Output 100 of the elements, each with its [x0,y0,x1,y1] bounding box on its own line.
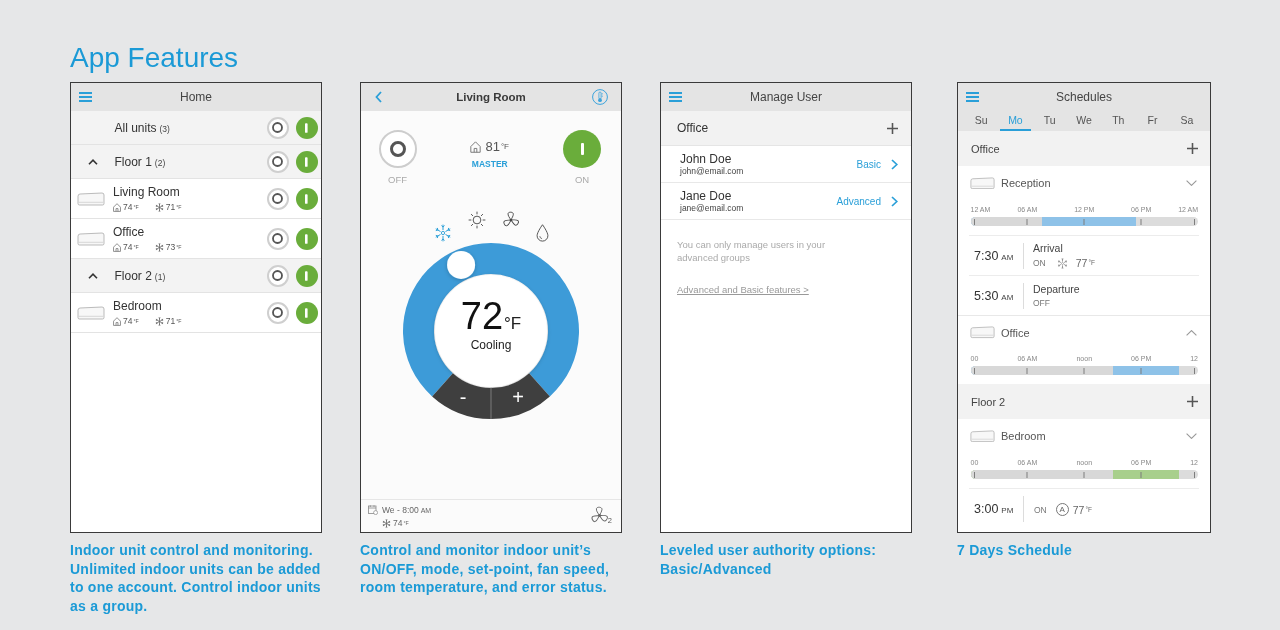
group-name: Office [677,121,709,135]
group-row[interactable]: Floor 1 (2) [71,145,321,179]
snowflake-icon [154,242,164,252]
snowflake-icon [154,316,164,326]
fan-icon[interactable] [501,210,520,229]
bar-icon [305,270,308,281]
bar-icon [305,122,308,133]
off-button[interactable] [266,264,289,287]
unit-count: (2) [154,157,166,168]
schedule-temperature: 74$^{°F}$ [393,518,409,528]
entry-time: 7:30 [974,248,999,263]
meridiem: AM [1001,252,1014,262]
decrease-button[interactable]: - [432,373,491,419]
day-tab[interactable]: We [1068,111,1100,131]
plus-icon[interactable] [1186,396,1198,407]
chevron-down-icon[interactable] [1186,433,1197,439]
day-tab[interactable]: Fr [1137,111,1168,131]
entry-name: Arrival [1033,242,1063,255]
snowflake-icon[interactable] [433,223,452,242]
setpoint-temperature: 73$^{°F}$ [165,241,182,253]
unit-count: (1) [154,271,166,282]
group-name: Floor 2 [971,395,1006,408]
on-button[interactable] [563,130,601,168]
user-email: john@email.com [680,166,744,176]
on-button[interactable] [295,227,318,250]
menu-icon[interactable] [966,92,979,102]
screen-title: Manage User [749,90,822,104]
off-button[interactable] [378,130,417,168]
caption: Leveled user authority options: Basic/Advanced [660,541,878,578]
power-state: ON [1034,504,1047,515]
ring-icon [272,122,283,133]
entry-name: Departure [1033,283,1080,296]
bar-icon [305,156,308,167]
house-icon [113,202,121,212]
room-temperature: 74$^{°F}$ [123,315,139,327]
menu-icon[interactable] [79,92,92,102]
ring-icon [272,307,283,318]
unit-row[interactable]: Office [958,315,1210,349]
chevron-down-icon[interactable] [1186,180,1197,186]
on-button[interactable] [295,116,318,139]
group-row[interactable]: Floor 2 (1) [71,259,321,293]
increase-button[interactable]: + [491,373,550,419]
air-conditioner-icon [77,305,105,320]
caret-icon[interactable] [87,158,98,165]
bar-icon [305,307,308,318]
unit-row[interactable]: Reception [958,166,1210,200]
day-tab[interactable]: Th [1103,111,1134,131]
unit-name: Living Room [113,184,180,200]
off-button[interactable] [266,187,289,210]
on-button[interactable] [295,150,318,173]
drop-icon[interactable] [535,223,549,242]
ring-icon [389,141,406,157]
back-icon[interactable] [375,91,382,103]
off-button[interactable] [266,301,289,324]
ring-icon [272,156,283,167]
room-temperature: 74$^{°F}$ [123,241,139,253]
off-button[interactable] [266,150,289,173]
plus-icon[interactable] [1186,143,1198,154]
master-label: MASTER [471,159,508,169]
power-state: OFF [1033,298,1050,308]
unit-count: (3) [159,123,170,134]
all-units-row[interactable]: All units (3) [71,111,321,145]
on-button[interactable] [295,187,318,210]
setpoint-temperature: 71$^{°F}$ [165,201,182,213]
user-row[interactable]: Jane Doe jane@email.com Advanced [661,183,911,220]
menu-icon[interactable] [669,92,682,102]
dial-thumb[interactable] [447,250,476,279]
day-tab[interactable]: Sa [1171,111,1202,131]
page-title: App Features [70,42,239,74]
ring-icon [272,233,283,244]
on-button[interactable] [295,264,318,287]
day-tab[interactable]: Tu [1034,111,1065,131]
caret-icon[interactable] [87,272,98,279]
off-button[interactable] [266,116,289,139]
unit-name: Office [1001,326,1030,339]
user-row[interactable]: John Doe john@email.com Basic [661,146,911,183]
user-name: John Doe [680,152,732,166]
day-tab[interactable]: Su [966,111,997,131]
unit-name: Bedroom [1001,430,1046,442]
calendar-icon [368,505,378,515]
air-conditioner-icon [970,326,995,339]
house-icon [113,242,121,252]
entry-time: 3:00 [974,501,999,516]
chevron-up-icon[interactable] [1186,329,1197,336]
chevron-right-icon [891,195,898,207]
unit-row[interactable]: Bedroom [958,419,1210,453]
house-icon [470,140,482,153]
screen-title: Living Room [456,91,526,103]
sun-icon[interactable] [467,210,486,229]
user-role: Basic [856,158,881,170]
group-name: Floor 1 [114,154,152,169]
screen-title: Home [180,90,212,104]
plus-icon[interactable] [887,122,898,134]
unit-name: Office [113,224,145,240]
user-email: jane@email.com [680,203,744,213]
off-button[interactable] [266,227,289,250]
on-button[interactable] [295,301,318,324]
meridiem: PM [1001,505,1014,515]
fan-icon[interactable] [589,506,609,525]
caption: Indoor unit control and monitoring. Unlimited indoor units can be added to one account. Control indoor units as a group. [70,541,322,615]
